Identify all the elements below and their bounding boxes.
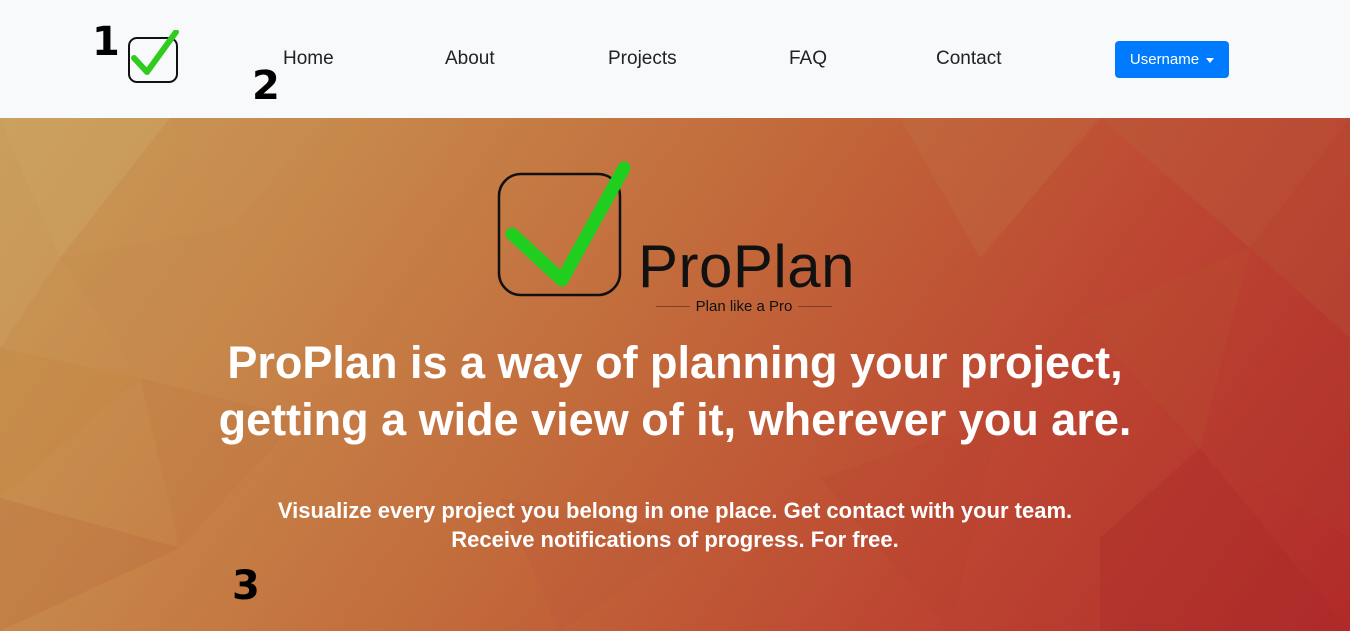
hero-headline: ProPlan is a way of planning your projec… bbox=[175, 334, 1175, 448]
nav-link-home[interactable]: Home bbox=[283, 48, 334, 70]
brand-tagline: Plan like a Pro bbox=[695, 298, 793, 315]
headline-line-2: getting a wide view of it, wherever you … bbox=[218, 394, 1132, 445]
proplan-brand-logo: ProPlan Plan like a Pro bbox=[496, 160, 856, 315]
annotation-marker-2: 2 bbox=[252, 63, 280, 109]
logo-check-icon[interactable] bbox=[128, 30, 180, 84]
subtext-line-1: Visualize every project you belong in on… bbox=[277, 498, 1073, 523]
brand-tagline-row: Plan like a Pro bbox=[656, 298, 832, 315]
hero-subtext: Visualize every project you belong in on… bbox=[225, 496, 1125, 554]
annotation-marker-1: 1 bbox=[92, 19, 120, 65]
nav-link-contact[interactable]: Contact bbox=[936, 48, 1001, 70]
subtext-line-2: Receive notifications of progress. For f… bbox=[451, 527, 899, 552]
caret-down-icon bbox=[1206, 57, 1215, 63]
headline-line-1: ProPlan is a way of planning your projec… bbox=[227, 337, 1123, 388]
brand-checkbox-icon bbox=[497, 161, 631, 297]
hero-section: ProPlan Plan like a Pro ProPlan is a way… bbox=[0, 118, 1350, 631]
annotation-marker-3: 3 bbox=[232, 563, 260, 609]
tagline-divider-left bbox=[656, 306, 690, 307]
tagline-divider-right bbox=[798, 306, 832, 307]
nav-link-projects[interactable]: Projects bbox=[608, 48, 677, 70]
username-dropdown-button[interactable]: Username bbox=[1115, 41, 1229, 78]
top-navbar: Home About Projects FAQ Contact Username bbox=[0, 0, 1350, 118]
username-label: Username bbox=[1129, 51, 1200, 68]
brand-name: ProPlan bbox=[638, 233, 855, 300]
nav-link-faq[interactable]: FAQ bbox=[789, 48, 827, 70]
nav-link-about[interactable]: About bbox=[445, 48, 495, 70]
